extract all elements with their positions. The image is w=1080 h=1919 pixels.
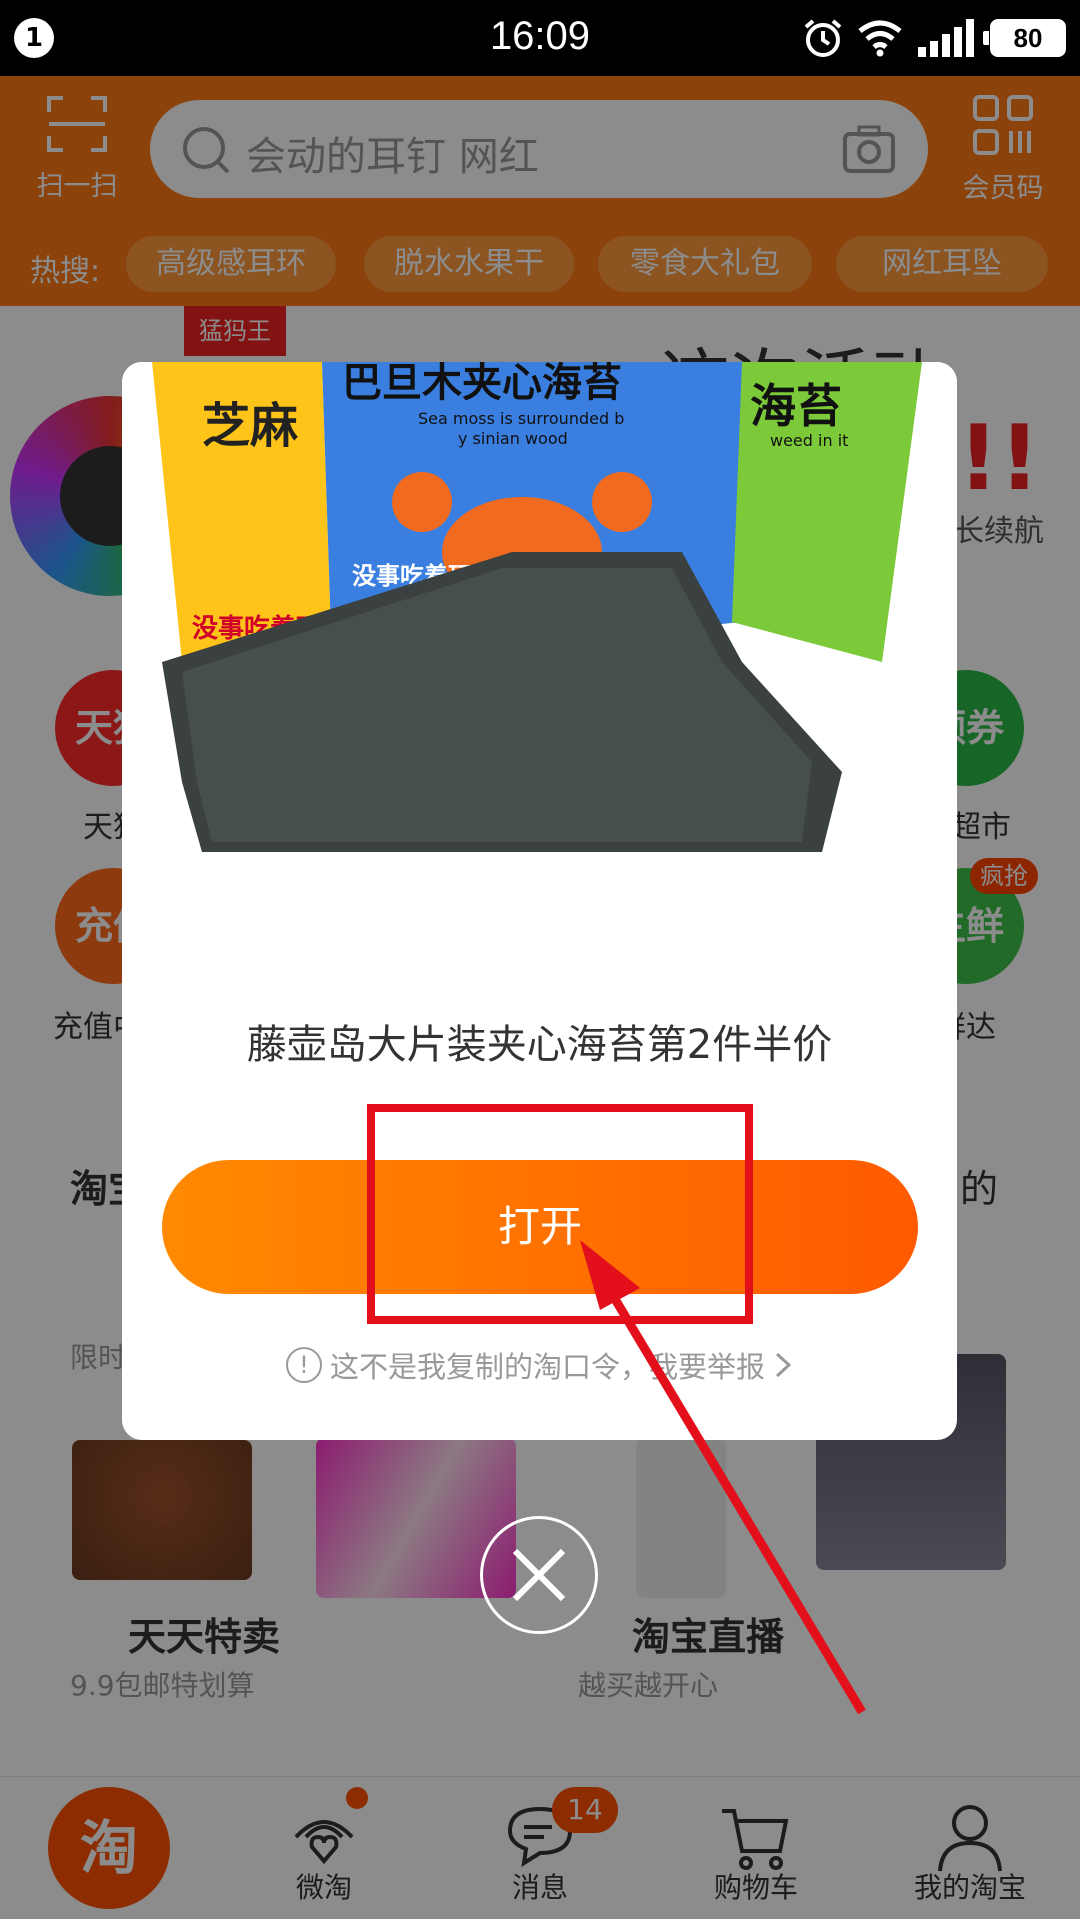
info-icon: ! [285, 1347, 322, 1383]
chevron-right-icon [775, 1352, 792, 1378]
bag-text-sesame: 芝麻 [202, 398, 298, 454]
bag-text-seaweed: 海苔 [750, 379, 842, 433]
bag-text-en2: y sinian wood [458, 429, 568, 448]
report-text: 这不是我复制的淘口令，我要举报 [329, 1350, 765, 1384]
dialog-title: 藤壶岛大片装夹心海苔第2件半价 [246, 1022, 833, 1068]
wifi-icon [858, 20, 902, 57]
status-icons: 80 [802, 16, 1066, 60]
close-button[interactable] [480, 1516, 598, 1634]
signal-icon [918, 19, 974, 57]
close-icon [512, 1548, 566, 1602]
report-link[interactable]: ! 这不是我复制的淘口令，我要举报 [122, 1344, 957, 1386]
highlight-box [367, 1104, 753, 1324]
status-bar: 1 16:09 80 [0, 0, 1080, 76]
bag-text-en3: weed in it [770, 431, 848, 450]
product-image[interactable]: 芝麻 没事吃着玩 巴旦木夹心海苔 Sea moss is surrounded … [122, 362, 957, 852]
alarm-icon [804, 19, 842, 57]
battery-icon: 80 [983, 19, 1066, 57]
bag-text-almond: 巴旦木夹心海苔 [342, 362, 622, 406]
seaweed-product-illustration: 芝麻 没事吃着玩 巴旦木夹心海苔 Sea moss is surrounded … [122, 362, 957, 852]
bag-text-en1: Sea moss is surrounded b [418, 409, 624, 428]
